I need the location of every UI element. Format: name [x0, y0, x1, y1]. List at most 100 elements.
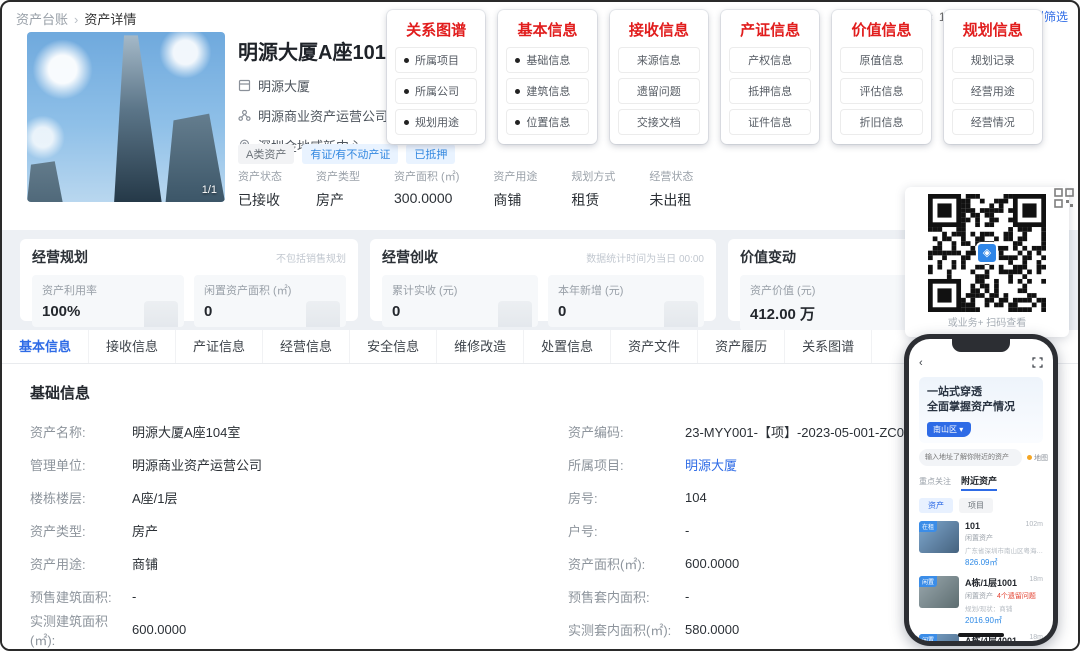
nav-item-label: 交接文档: [637, 114, 681, 130]
nav-item[interactable]: 来源信息: [618, 47, 700, 73]
stat-card-title: 价值变动: [740, 247, 796, 267]
asset-tag-badge: 在租: [919, 521, 937, 532]
tag-asset-class: A类资产: [238, 144, 294, 164]
field-asset-name: 资产名称:明源大厦A座104室: [30, 415, 568, 448]
summary-value: 房产: [316, 190, 360, 210]
nav-item[interactable]: 产权信息: [729, 47, 811, 73]
field-label: 楼栋楼层:: [30, 488, 132, 507]
qr-center-logo-icon: ◈: [976, 242, 998, 264]
asset-thumbnail: 在租: [919, 521, 959, 553]
field-value: 104: [685, 490, 707, 505]
nav-item[interactable]: 位置信息: [506, 109, 588, 135]
phone-pill-assets[interactable]: 资产: [919, 498, 953, 513]
phone-tab-featured[interactable]: 重点关注: [919, 476, 951, 487]
nav-item[interactable]: 遗留问题: [618, 78, 700, 104]
breadcrumb-asset-detail: 资产详情: [84, 12, 136, 27]
stat-watermark-icon: [498, 301, 532, 327]
asset-item-title: A栋/1层1001: [965, 576, 1017, 589]
nav-item[interactable]: 抵押信息: [729, 78, 811, 104]
nav-card-receive-info: 接收信息 来源信息 遗留问题 交接文档: [610, 10, 708, 144]
summary-label: 资产面积 (㎡): [394, 168, 459, 184]
phone-tab-nearby-assets[interactable]: 附近资产: [961, 474, 997, 491]
tab-maintenance[interactable]: 维修改造: [437, 330, 524, 363]
phone-pill-projects[interactable]: 项目: [959, 498, 993, 513]
asset-thumbnail: 闲置: [919, 576, 959, 608]
tab-relation-graph[interactable]: 关系图谱: [785, 330, 872, 363]
asset-thumbnail: 闲置: [919, 634, 959, 641]
asset-item-area: 826.09㎡: [965, 557, 1043, 568]
phone-notch: [952, 339, 1010, 352]
nav-item-label: 评估信息: [859, 83, 903, 99]
phone-hero-title-line1: 一站式穿透: [927, 385, 1035, 400]
field-label: 预售套内面积:: [568, 587, 685, 606]
nav-card-title: 规划信息: [952, 19, 1034, 40]
phone-scan-icon[interactable]: [1032, 357, 1043, 368]
field-label: 资产用途:: [30, 554, 132, 573]
stat-watermark-icon: [144, 301, 178, 327]
tab-asset-files[interactable]: 资产文件: [611, 330, 698, 363]
nav-item-label: 经营情况: [971, 114, 1015, 130]
tab-operation-info[interactable]: 经营信息: [263, 330, 350, 363]
qr-caption: 或业务+ 扫码查看: [905, 314, 1069, 329]
nav-item[interactable]: 基础信息: [506, 47, 588, 73]
form-left-column: 资产名称:明源大厦A座104室 管理单位:明源商业资产运营公司 楼栋楼层:A座/…: [30, 415, 568, 646]
asset-item-distance: 18m: [1029, 634, 1043, 641]
phone-asset-list-item[interactable]: 闲置 A栋/1层100118m 闲置资产4个遗留问题 规划/现状：商铺 2016…: [919, 576, 1043, 626]
breadcrumb-separator: ›: [74, 12, 78, 27]
phone-map-link[interactable]: 地图: [1027, 453, 1048, 463]
breadcrumb-asset-ledger[interactable]: 资产台账: [16, 12, 68, 27]
mini-qr-icon[interactable]: [1054, 188, 1074, 208]
stat-card-operation-planning: 经营规划 不包括销售规划 资产利用率 100% 闲置资产面积 (㎡) 0: [20, 239, 358, 321]
field-value: 明源大厦A座104室: [132, 422, 568, 441]
bullet-icon: [404, 120, 409, 125]
nav-item[interactable]: 交接文档: [618, 109, 700, 135]
tab-basic-info[interactable]: 基本信息: [2, 330, 89, 363]
nav-card-value-info: 价值信息 原值信息 评估信息 折旧信息: [832, 10, 930, 144]
nav-item[interactable]: 建筑信息: [506, 78, 588, 104]
nav-card-certificate-info: 产证信息 产权信息 抵押信息 证件信息: [721, 10, 819, 144]
phone-region-dropdown[interactable]: 南山区 ▾: [927, 422, 971, 437]
tab-asset-history[interactable]: 资产履历: [698, 330, 785, 363]
nav-item[interactable]: 原值信息: [840, 47, 922, 73]
field-measured-building-area: 实测建筑面积(㎡):600.0000: [30, 613, 568, 646]
nav-item-label: 所属公司: [415, 83, 459, 99]
phone-back-icon[interactable]: ‹: [919, 357, 923, 369]
mobile-app-mockup: ‹ 一站式穿透 全面掌握资产情况 南山区 ▾ 地图 重点关注 附近资产 资产 项…: [904, 334, 1058, 646]
field-value: 商铺: [132, 554, 568, 573]
asset-item-address: 广东省深圳市南山区粤海街道: [965, 545, 1043, 555]
asset-photo[interactable]: 1/1: [27, 32, 225, 202]
summary-planning-mode: 规划方式 租赁: [571, 168, 641, 210]
breadcrumb: 资产台账 › 资产详情: [16, 9, 136, 28]
field-management-unit: 管理单位:明源商业资产运营公司: [30, 448, 568, 481]
nav-item-label: 位置信息: [526, 114, 570, 130]
asset-item-area: 2016.90㎡: [965, 615, 1043, 626]
asset-item-title: 101: [965, 521, 980, 531]
tab-safety-info[interactable]: 安全信息: [350, 330, 437, 363]
summary-label: 规划方式: [571, 168, 615, 184]
phone-search-input[interactable]: [919, 449, 1022, 466]
project-link[interactable]: 明源大厦: [685, 455, 737, 474]
project-name: 明源大厦: [258, 76, 310, 95]
nav-item[interactable]: 规划用途: [395, 109, 477, 135]
field-value: -: [685, 523, 689, 538]
nav-item[interactable]: 所属公司: [395, 78, 477, 104]
nav-item[interactable]: 评估信息: [840, 78, 922, 104]
nav-item-label: 建筑信息: [526, 83, 570, 99]
nav-card-title: 产证信息: [729, 19, 811, 40]
phone-hero-banner: 一站式穿透 全面掌握资产情况 南山区 ▾: [919, 377, 1043, 443]
summary-asset-area: 资产面积 (㎡) 300.0000: [394, 168, 485, 210]
field-label: 资产名称:: [30, 422, 132, 441]
tab-certificate-info[interactable]: 产证信息: [176, 330, 263, 363]
nav-item[interactable]: 经营情况: [952, 109, 1034, 135]
phone-asset-list-item[interactable]: 在租 101102m 闲置资产 广东省深圳市南山区粤海街道 826.09㎡: [919, 521, 1043, 568]
nav-item[interactable]: 所属项目: [395, 47, 477, 73]
tab-disposal-info[interactable]: 处置信息: [524, 330, 611, 363]
nav-item[interactable]: 折旧信息: [840, 109, 922, 135]
asset-item-status: 闲置资产: [965, 533, 1043, 543]
nav-item[interactable]: 规划记录: [952, 47, 1034, 73]
summary-asset-usage: 资产用途 商铺: [493, 168, 563, 210]
nav-item[interactable]: 证件信息: [729, 109, 811, 135]
tab-receive-info[interactable]: 接收信息: [89, 330, 176, 363]
summary-asset-type: 资产类型 房产: [316, 168, 386, 210]
nav-item[interactable]: 经营用途: [952, 78, 1034, 104]
